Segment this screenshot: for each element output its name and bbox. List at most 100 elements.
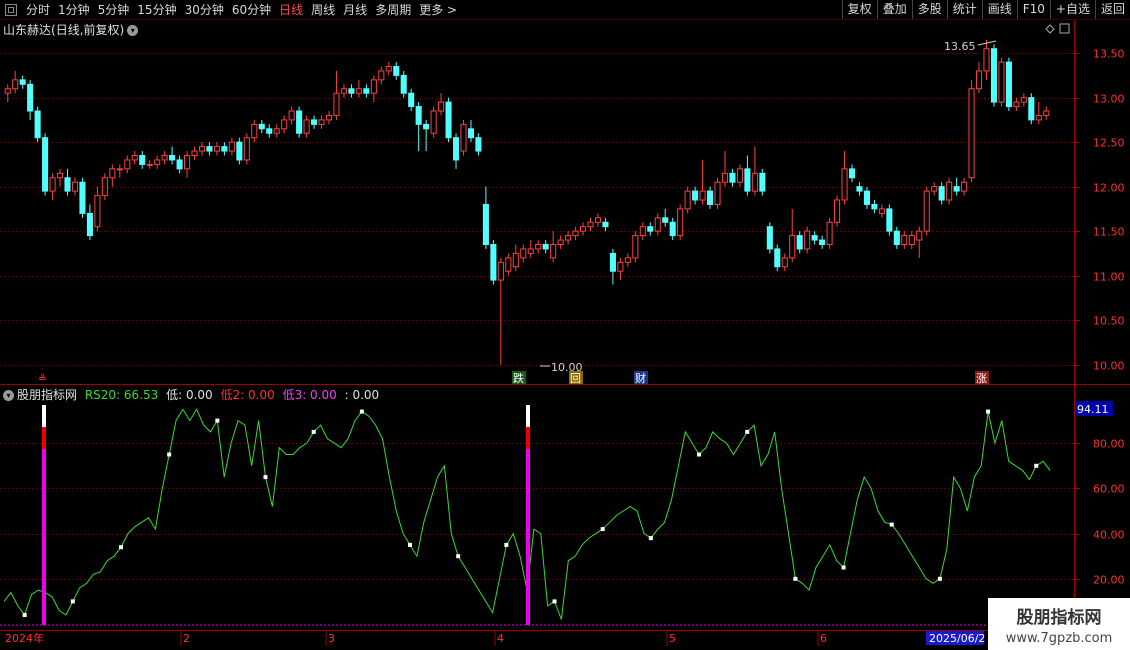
indicator-pane xyxy=(3,405,1051,625)
candle-body xyxy=(871,203,878,210)
rs20-point xyxy=(600,527,605,532)
candle-body xyxy=(363,88,370,94)
candle-body xyxy=(370,79,377,94)
event-marker-die[interactable]: 跌 xyxy=(513,371,524,385)
candle-body xyxy=(848,168,856,179)
date-label-m5: 5 xyxy=(669,632,676,645)
rs20-point xyxy=(986,409,991,414)
candle-body xyxy=(467,128,475,139)
candle-body xyxy=(975,70,983,90)
diamond-icon[interactable] xyxy=(1045,24,1055,34)
candle-body xyxy=(512,252,519,268)
candle-body xyxy=(736,168,743,183)
candle-body xyxy=(990,48,998,103)
price-tick-label: 11.00 xyxy=(1093,271,1125,284)
candle-body xyxy=(169,155,176,161)
candle-body xyxy=(71,181,79,192)
candle-body xyxy=(423,123,430,130)
rs20-point xyxy=(552,599,557,604)
signal-bar-white xyxy=(42,405,46,427)
rs20-point xyxy=(745,429,750,434)
high-price-label: 13.65 xyxy=(944,40,976,53)
candle-body xyxy=(430,110,437,134)
candle-body xyxy=(923,190,930,232)
candle-body xyxy=(863,190,870,205)
candle-body xyxy=(296,110,303,134)
candle-body xyxy=(94,195,101,228)
candle-body xyxy=(445,101,452,139)
candle-body xyxy=(893,230,900,245)
candle-body xyxy=(400,74,407,94)
event-marker-zhang[interactable]: 涨 xyxy=(976,372,987,385)
candle-body xyxy=(834,199,841,223)
rs20-point xyxy=(1034,463,1039,468)
candle-body xyxy=(744,168,751,192)
candle-body xyxy=(826,221,833,245)
candle-body xyxy=(669,221,676,237)
watermark-title: 股朋指标网 xyxy=(1016,608,1102,628)
event-marker-left[interactable]: ≗ xyxy=(38,372,47,385)
rs20-point xyxy=(70,599,75,604)
rs20-point xyxy=(311,429,316,434)
candle-body xyxy=(677,208,684,237)
signal-bar-magenta xyxy=(42,449,46,625)
candle-body xyxy=(438,101,445,112)
candle-body xyxy=(602,221,609,228)
rs20-point xyxy=(793,576,798,581)
rs20-point xyxy=(697,452,702,457)
candle-body xyxy=(79,181,86,214)
candle-body xyxy=(243,137,250,161)
candle-body xyxy=(759,172,766,192)
candle-body xyxy=(968,88,975,179)
candle-body xyxy=(415,106,422,125)
candle-body xyxy=(34,110,41,139)
candle-body xyxy=(505,257,512,272)
low-label: 低: 0.00 xyxy=(166,388,213,402)
date-label-m6: 6 xyxy=(820,632,827,645)
square-icon[interactable] xyxy=(1059,23,1070,34)
candle-body xyxy=(908,235,915,246)
chevron-down-icon[interactable]: ▾ xyxy=(3,390,14,401)
candle-body xyxy=(692,190,699,201)
kline-chart[interactable]: 20.00 40.00 60.00 80.00 10.00 10.50 11.00 11.5… xyxy=(0,0,1130,650)
candle-body xyxy=(333,92,340,116)
indicator-tick-label: 40.00 xyxy=(1093,529,1125,542)
indicator-tick-label: 80.00 xyxy=(1093,438,1125,451)
event-marker-hui[interactable]: 回 xyxy=(570,372,581,385)
candle-body xyxy=(841,168,848,201)
chevron-down-icon[interactable]: ▾ xyxy=(127,25,139,36)
high-arrow xyxy=(977,40,997,46)
candle-body xyxy=(318,119,325,125)
candle-body xyxy=(609,252,616,272)
signal-bar-white xyxy=(526,405,530,427)
candle-body xyxy=(1028,97,1035,121)
candle-body xyxy=(684,190,691,210)
indicator-value-text: 94.11 xyxy=(1077,403,1109,416)
candle-body xyxy=(572,230,579,237)
candle-body xyxy=(206,146,213,152)
sub-grid: 20.00 40.00 60.00 80.00 xyxy=(0,438,1125,626)
rs20-point xyxy=(889,522,894,527)
indicator-name[interactable]: 股朋指标网 xyxy=(17,388,77,402)
candle-body xyxy=(49,177,56,192)
candle-body xyxy=(998,61,1005,103)
candle-body xyxy=(796,235,803,250)
candle-body xyxy=(938,186,945,201)
candle-body xyxy=(811,235,818,241)
candle-body xyxy=(19,79,26,85)
candle-body xyxy=(236,141,243,161)
candle-body xyxy=(931,186,938,192)
candle-body xyxy=(12,79,19,90)
candle-body xyxy=(557,239,564,246)
candle-body xyxy=(288,110,295,121)
candle-body xyxy=(198,146,206,152)
watermark-url: www.7gpzb.com xyxy=(1005,631,1113,646)
rs20-point xyxy=(118,545,123,550)
candle-body xyxy=(116,168,123,171)
candle-body xyxy=(184,155,191,170)
candle-body xyxy=(56,172,64,179)
indicator-legend: ▾ 股朋指标网 RS20: 66.53 低: 0.00 低2: 0.00 低3: … xyxy=(3,386,379,403)
event-marker-cai[interactable]: 财 xyxy=(635,371,646,385)
signal-bar-magenta xyxy=(526,449,530,625)
date-cursor-label: 2025/06/2 xyxy=(929,632,985,645)
